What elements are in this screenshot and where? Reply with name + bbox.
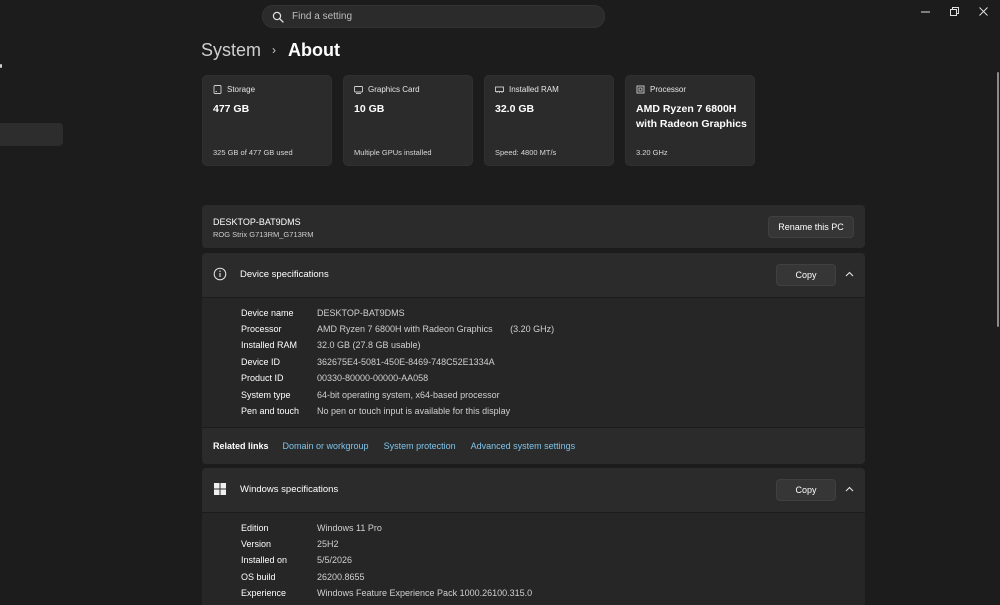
windows-specs-body: Edition Windows 11 Pro Version 25H2 Inst…: [202, 512, 865, 605]
graphics-card-card[interactable]: Graphics Card 10 GB Multiple GPUs instal…: [343, 75, 473, 166]
spec-label: Experience: [241, 588, 287, 598]
spec-label: Pen and touch: [241, 406, 300, 416]
breadcrumb: System › About: [201, 38, 340, 62]
ram-sub: Speed: 4800 MT/s: [495, 148, 557, 157]
spec-row: Device ID 362675E4-5081-450E-8469-748C52…: [241, 355, 495, 369]
close-icon: [978, 6, 988, 16]
rename-pc-button[interactable]: Rename this PC: [768, 216, 854, 238]
spec-value: 00330-80000-00000-AA058: [317, 373, 429, 383]
processor-icon: [636, 85, 645, 94]
windows-logo-icon: [214, 483, 226, 495]
spec-value: AMD Ryzen 7 6800H with Radeon Graphics (…: [317, 324, 555, 334]
minimize-icon: [920, 11, 930, 12]
spec-label: Version: [241, 539, 272, 549]
spec-row: Processor AMD Ryzen 7 6800H with Radeon …: [241, 322, 554, 336]
search-icon: [272, 11, 284, 23]
spec-row: OS build 26200.8655: [241, 570, 365, 584]
pc-model: ROG Strix G713RM_G713RM: [213, 230, 314, 239]
spec-row: Version 25H2: [241, 537, 339, 551]
windows-specs-title: Windows specifications: [240, 484, 339, 495]
processor-sub: 3.20 GHz: [636, 148, 668, 157]
spec-label: Product ID: [241, 373, 284, 383]
spec-row: Device name DESKTOP-BAT9DMS: [241, 306, 405, 320]
scrollbar[interactable]: [997, 72, 999, 327]
storage-value: 477 GB: [213, 103, 250, 115]
windows-specs-header[interactable]: Windows specifications Copy: [202, 468, 865, 512]
restore-button[interactable]: [943, 3, 965, 19]
minimize-button[interactable]: [914, 3, 936, 19]
restore-icon: [949, 6, 959, 16]
nav-indicator: [0, 64, 2, 68]
spec-row: Edition Windows 11 Pro: [241, 521, 382, 535]
close-button[interactable]: [972, 3, 994, 19]
spec-row: Pen and touch No pen or touch input is a…: [241, 404, 510, 418]
storage-card[interactable]: Storage 477 GB 325 GB of 477 GB used: [202, 75, 332, 166]
pc-name: DESKTOP-BAT9DMS: [213, 217, 301, 227]
spec-value: 26200.8655: [317, 572, 365, 582]
search-input[interactable]: [292, 11, 592, 22]
spec-row: Installed on 5/5/2026: [241, 553, 352, 567]
info-icon: [213, 267, 227, 281]
ram-icon: [495, 86, 504, 93]
copy-windows-specs-button[interactable]: Copy: [776, 479, 836, 501]
spec-row: Installed RAM 32.0 GB (27.8 GB usable): [241, 338, 421, 352]
ram-label: Installed RAM: [509, 85, 559, 94]
spec-value: 32.0 GB (27.8 GB usable): [317, 340, 421, 350]
spec-row: System type 64-bit operating system, x64…: [241, 388, 500, 402]
processor-value: AMD Ryzen 7 6800H with Radeon Graphics: [636, 103, 747, 130]
spec-label: System type: [241, 390, 291, 400]
spec-value: 64-bit operating system, x64-based proce…: [317, 390, 500, 400]
related-links-bar: Related links Domain or workgroup System…: [202, 427, 865, 464]
advanced-system-settings-link[interactable]: Advanced system settings: [471, 441, 576, 451]
spec-label: Edition: [241, 523, 269, 533]
device-specs-body: Device name DESKTOP-BAT9DMS Processor AM…: [202, 297, 865, 427]
device-specs-header[interactable]: Device specifications Copy: [202, 253, 865, 297]
chevron-up-icon[interactable]: [845, 485, 854, 494]
spec-label: Installed RAM: [241, 340, 298, 350]
spec-label: Device ID: [241, 357, 281, 367]
chevron-up-icon[interactable]: [845, 270, 854, 279]
spec-value: 362675E4-5081-450E-8469-748C52E1334A: [317, 357, 495, 367]
storage-sub: 325 GB of 477 GB used: [213, 148, 293, 157]
ram-card[interactable]: Installed RAM 32.0 GB Speed: 4800 MT/s: [484, 75, 614, 166]
breadcrumb-separator: ›: [272, 43, 277, 57]
spec-value: 25H2: [317, 539, 339, 549]
settings-window: System › About Storage 477 GB 325 GB of …: [0, 0, 1000, 605]
domain-workgroup-link[interactable]: Domain or workgroup: [283, 441, 369, 451]
copy-device-specs-button[interactable]: Copy: [776, 264, 836, 286]
storage-label: Storage: [227, 85, 256, 94]
breadcrumb-system[interactable]: System: [201, 40, 261, 61]
processor-label: Processor: [650, 85, 687, 94]
nav-item-system-selected[interactable]: [0, 123, 63, 146]
spec-value: DESKTOP-BAT9DMS: [317, 308, 405, 318]
system-protection-link[interactable]: System protection: [384, 441, 456, 451]
graphics-card-sub: Multiple GPUs installed: [354, 148, 432, 157]
spec-row: Product ID 00330-80000-00000-AA058: [241, 371, 428, 385]
spec-value: Windows 11 Pro: [317, 523, 382, 533]
search-box[interactable]: [262, 5, 605, 28]
related-links-title: Related links: [213, 441, 269, 451]
device-specs-title: Device specifications: [240, 269, 329, 280]
spec-value: Windows Feature Experience Pack 1000.261…: [317, 588, 533, 598]
spec-label: Device name: [241, 308, 294, 318]
storage-icon: [213, 85, 222, 94]
graphics-card-label: Graphics Card: [368, 85, 420, 94]
graphics-card-value: 10 GB: [354, 103, 385, 115]
spec-value: 5/5/2026: [317, 555, 353, 565]
processor-card[interactable]: Processor AMD Ryzen 7 6800H with Radeon …: [625, 75, 755, 166]
page-title: About: [288, 39, 340, 60]
ram-value: 32.0 GB: [495, 103, 535, 115]
spec-label: Processor: [241, 324, 282, 334]
pc-name-panel: DESKTOP-BAT9DMS ROG Strix G713RM_G713RM …: [202, 205, 865, 248]
spec-row: Experience Windows Feature Experience Pa…: [241, 586, 532, 600]
spec-label: OS build: [241, 572, 276, 582]
spec-label: Installed on: [241, 555, 288, 565]
spec-value: No pen or touch input is available for t…: [317, 406, 511, 416]
graphics-card-icon: [354, 86, 363, 94]
